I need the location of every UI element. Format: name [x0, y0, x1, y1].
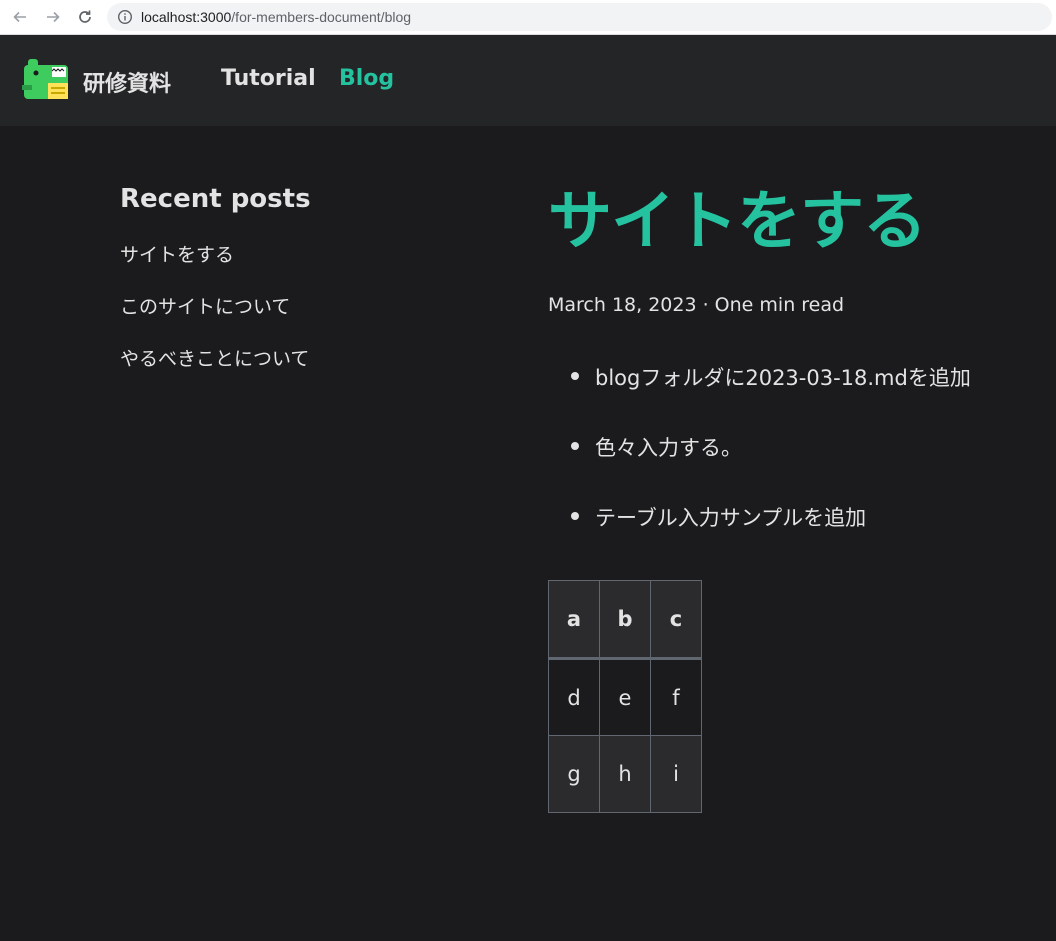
post-meta: March 18, 2023 · One min read — [548, 294, 845, 316]
table-row: d e f — [548, 658, 702, 736]
bullet-item: 色々入力する。 — [548, 432, 1048, 502]
back-arrow-icon[interactable] — [9, 6, 31, 28]
table-header-cell: c — [650, 580, 702, 659]
site-brand[interactable]: 研修資料 — [83, 66, 171, 98]
blog-post: サイトをする March 18, 2023 · One min read blo… — [548, 180, 1048, 572]
site-navbar: 研修資料 Tutorial Blog — [0, 35, 1056, 126]
nav-link-blog[interactable]: Blog — [339, 66, 394, 91]
recent-post-link[interactable]: このサイトについて — [120, 292, 480, 344]
table-cell: h — [599, 735, 651, 813]
info-icon[interactable] — [117, 9, 133, 25]
dinosaur-logo-icon[interactable] — [22, 57, 72, 103]
browser-toolbar: localhost:3000/for-members-document/blog — [0, 0, 1056, 35]
url-path: /for-members-document/blog — [231, 9, 412, 25]
forward-arrow-icon[interactable] — [42, 6, 64, 28]
table-cell: f — [650, 658, 702, 736]
recent-post-link[interactable]: やるべきことについて — [120, 344, 480, 396]
sidebar-title: Recent posts — [120, 184, 311, 214]
table-header-row: a b c — [548, 580, 702, 659]
recent-posts-list: サイトをする このサイトについて やるべきことについて — [120, 240, 480, 396]
post-bullet-list: blogフォルダに2023-03-18.mdを追加 色々入力する。 テーブル入力… — [548, 362, 1048, 572]
table-header-cell: b — [599, 580, 651, 659]
table-row: g h i — [548, 735, 702, 813]
table-header-cell: a — [548, 580, 600, 659]
sample-table: a b c d e f g h i — [548, 580, 702, 813]
recent-posts-sidebar: Recent posts サイトをする このサイトについて やるべきことについて — [120, 184, 480, 396]
url-text[interactable]: localhost:3000/for-members-document/blog — [141, 9, 411, 25]
table-cell: d — [548, 658, 600, 736]
table-cell: e — [599, 658, 651, 736]
recent-post-link[interactable]: サイトをする — [120, 240, 480, 292]
post-title[interactable]: サイトをする — [548, 180, 1048, 264]
reload-icon[interactable] — [74, 6, 96, 28]
url-host: localhost:3000 — [141, 9, 232, 25]
bullet-item: blogフォルダに2023-03-18.mdを追加 — [548, 362, 1048, 432]
bullet-item: テーブル入力サンプルを追加 — [548, 502, 1048, 572]
nav-link-tutorial[interactable]: Tutorial — [221, 66, 316, 91]
address-bar[interactable]: localhost:3000/for-members-document/blog — [107, 3, 1052, 31]
table-cell: g — [548, 735, 600, 813]
table-cell: i — [650, 735, 702, 813]
